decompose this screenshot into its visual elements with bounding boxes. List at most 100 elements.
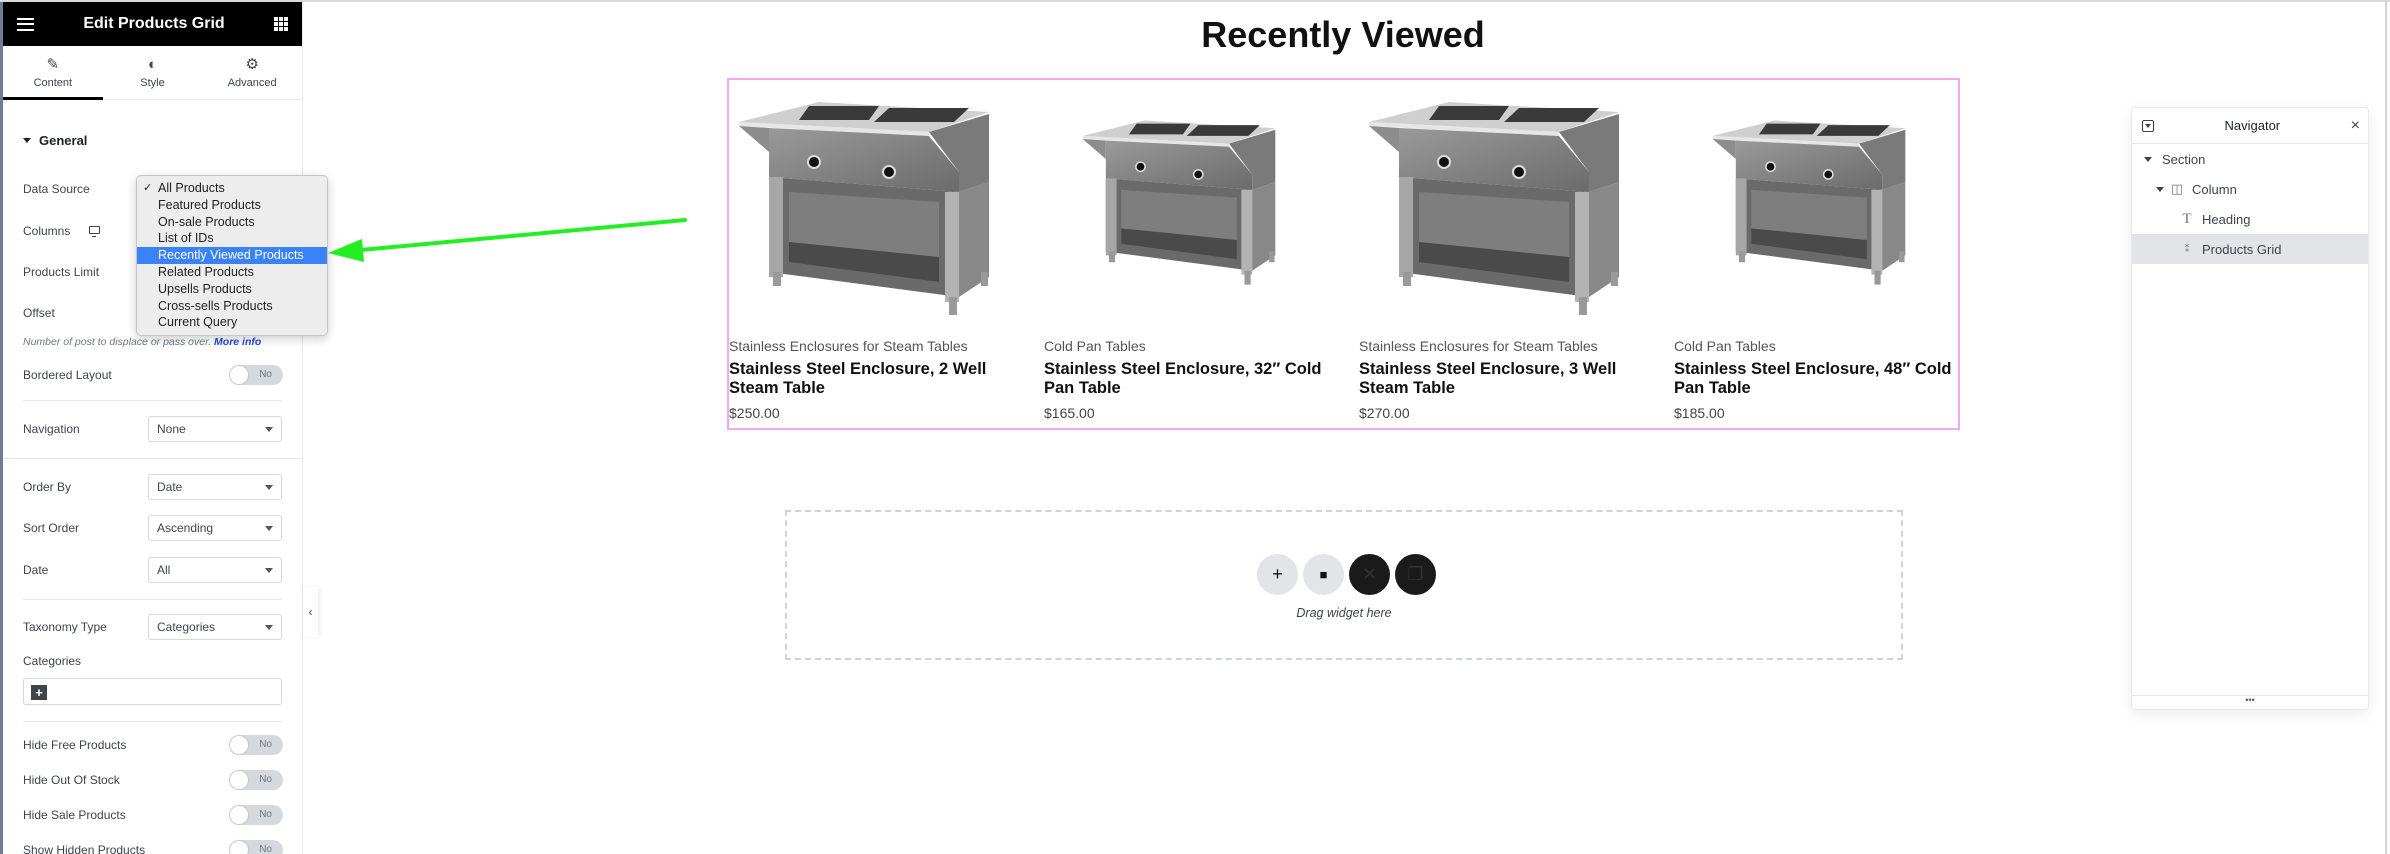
folder-icon: ■ — [1319, 567, 1328, 582]
select-value: Date — [157, 480, 183, 494]
categories-input[interactable]: + — [23, 678, 282, 705]
dropdown-option[interactable]: On-sale Products — [137, 214, 327, 231]
tab-advanced[interactable]: ⚙ Advanced — [202, 46, 302, 99]
bordered-layout-toggle[interactable]: No — [229, 365, 283, 385]
product-title[interactable]: Stainless Steel Enclosure, 48″ Cold Pan … — [1674, 360, 1964, 398]
tab-style[interactable]: ◐ Style — [103, 46, 203, 99]
desktop-device-icon[interactable] — [89, 226, 100, 237]
hide-out-of-stock-toggle[interactable]: No — [229, 770, 283, 790]
toggle-state: No — [259, 774, 272, 785]
dropdown-option[interactable]: Upsells Products — [137, 281, 327, 298]
toggle-state: No — [259, 369, 272, 380]
arrow-head — [328, 239, 364, 262]
dropzone-buttons: + ■ ✕ ❐ — [1257, 554, 1436, 595]
navigator-item-column[interactable]: ◫ Column — [2132, 174, 2368, 204]
tab-label: Content — [33, 76, 73, 89]
caret-down-icon — [265, 484, 273, 490]
product-title[interactable]: Stainless Steel Enclosure, 3 Well Steam … — [1359, 360, 1649, 398]
product-category[interactable]: Cold Pan Tables — [1044, 338, 1146, 354]
caret-down-icon — [265, 525, 273, 531]
data-source-dropdown[interactable]: ✓ All Products Featured Products On-sale Pr… — [136, 175, 328, 336]
hide-free-toggle[interactable]: No — [229, 735, 283, 755]
hide-sale-toggle[interactable]: No — [229, 805, 283, 825]
toggle-state: No — [259, 844, 272, 854]
sort-order-select[interactable]: Ascending — [148, 515, 282, 541]
page-heading: Recently Viewed — [1201, 14, 1485, 55]
x-logo-icon: ✕ — [1361, 564, 1378, 584]
navigation-select[interactable]: None — [148, 416, 282, 442]
product-category[interactable]: Cold Pan Tables — [1674, 338, 1776, 354]
caret-down-icon[interactable] — [2144, 156, 2152, 162]
product-card[interactable]: Stainless Enclosures for Steam Tables St… — [1359, 80, 1659, 428]
product-price: $165.00 — [1044, 405, 1095, 421]
add-template-button[interactable]: ■ — [1303, 554, 1344, 595]
more-info-link[interactable]: More info — [214, 336, 261, 348]
heading-icon: T — [2182, 210, 2192, 227]
widgets-grid-icon[interactable] — [274, 17, 288, 31]
hide-sale-label: Hide Sale Products — [23, 808, 126, 822]
taxonomy-type-label: Taxonomy Type — [23, 620, 107, 634]
caret-down-icon — [23, 138, 31, 143]
add-section-button[interactable]: + — [1257, 554, 1298, 595]
caret-down-icon — [265, 624, 273, 630]
navigator-item-heading[interactable]: T Heading — [2132, 204, 2368, 234]
dropdown-option[interactable]: Recently Viewed Products — [137, 247, 327, 264]
product-category[interactable]: Stainless Enclosures for Steam Tables — [729, 338, 968, 354]
tab-label: Advanced — [227, 76, 277, 89]
product-title[interactable]: Stainless Steel Enclosure, 2 Well Steam … — [729, 360, 1019, 398]
columns-label: Columns — [23, 224, 71, 238]
product-title[interactable]: Stainless Steel Enclosure, 32″ Cold Pan … — [1044, 360, 1334, 398]
empty-section-dropzone[interactable]: + ■ ✕ ❐ Drag widget here — [785, 510, 1903, 660]
navigator-item-label: Products Grid — [2202, 241, 2282, 257]
taxonomy-type-select[interactable]: Categories — [148, 614, 282, 640]
navigator-item-label: Column — [2192, 181, 2237, 197]
section-toggle-general[interactable]: General — [23, 133, 87, 148]
toggle-knob — [230, 841, 248, 854]
dropdown-option-label: Cross-sells Products — [158, 298, 273, 313]
copy-button[interactable]: ❐ — [1395, 554, 1436, 595]
product-card[interactable]: Stainless Enclosures for Steam Tables St… — [729, 80, 1029, 428]
dropdown-option[interactable]: List of IDs — [137, 230, 327, 247]
dropdown-option[interactable]: Current Query — [137, 314, 327, 331]
plus-icon: + — [1272, 564, 1283, 584]
tab-content[interactable]: ✎ Content — [3, 46, 103, 100]
product-image[interactable] — [1359, 82, 1629, 327]
show-hidden-toggle[interactable]: No — [229, 840, 283, 854]
panel-tabs: ✎ Content ◐ Style ⚙ Advanced — [3, 46, 302, 100]
add-category-button[interactable]: + — [31, 685, 47, 700]
navigator-header[interactable]: Navigator × — [2132, 108, 2368, 144]
navigator-item-products-grid[interactable]: ⁑ Products Grid — [2132, 234, 2368, 264]
dropdown-option[interactable]: ✓ All Products — [137, 180, 327, 197]
offset-label: Offset — [23, 306, 55, 320]
product-price: $270.00 — [1359, 405, 1410, 421]
chevron-left-icon: ‹ — [308, 605, 313, 619]
product-image[interactable] — [1674, 82, 1944, 327]
dropdown-option[interactable]: Related Products — [137, 264, 327, 281]
order-by-select[interactable]: Date — [148, 474, 282, 500]
dropdown-option[interactable]: Cross-sells Products — [137, 298, 327, 315]
collapse-all-icon[interactable] — [2142, 119, 2154, 132]
date-select[interactable]: All — [148, 557, 282, 583]
product-image[interactable] — [729, 82, 999, 327]
product-image[interactable] — [1044, 82, 1314, 327]
caret-down-icon[interactable] — [2156, 186, 2164, 192]
select-value: Ascending — [157, 521, 214, 535]
elementskit-button[interactable]: ✕ — [1349, 554, 1390, 595]
navigator-item-section[interactable]: Section — [2132, 144, 2368, 174]
navigator-resize-handle[interactable]: ••• — [2132, 695, 2368, 709]
data-source-label: Data Source — [23, 182, 90, 196]
product-category[interactable]: Stainless Enclosures for Steam Tables — [1359, 338, 1598, 354]
product-card[interactable]: Cold Pan Tables Stainless Steel Enclosur… — [1674, 80, 1974, 428]
close-icon[interactable]: × — [2351, 117, 2360, 135]
pencil-icon: ✎ — [46, 55, 60, 73]
menu-icon[interactable] — [17, 17, 34, 31]
tab-label: Style — [140, 76, 165, 89]
product-card[interactable]: Cold Pan Tables Stainless Steel Enclosur… — [1044, 80, 1344, 428]
checkmark-icon: ✓ — [143, 182, 153, 194]
categories-label: Categories — [23, 654, 82, 668]
dropdown-option[interactable]: Featured Products — [137, 197, 327, 214]
products-grid[interactable]: Stainless Enclosures for Steam Tables St… — [727, 78, 1960, 430]
collapse-panel-button[interactable]: ‹ — [303, 587, 318, 637]
navigation-label: Navigation — [23, 422, 80, 436]
caret-down-icon — [265, 426, 273, 432]
